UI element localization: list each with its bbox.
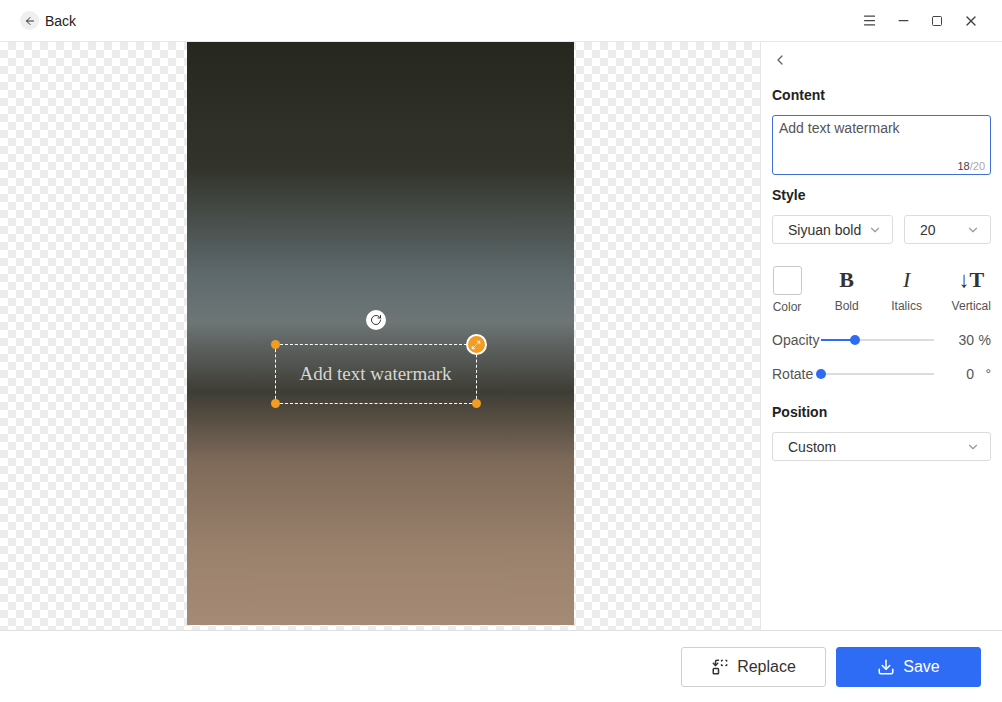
chevron-down-icon <box>966 440 980 454</box>
slider-unit: ° <box>974 366 991 382</box>
close-icon <box>963 13 979 29</box>
resize-handle[interactable] <box>472 399 481 408</box>
vertical-toggle[interactable]: ↓T Vertical <box>952 266 991 314</box>
back-label: Back <box>45 13 76 29</box>
app-window: BackAdd text watermarkContentAdd text wa… <box>0 0 1002 702</box>
settings-panel: Content Add text watermark 18/20 Style Siyua… <box>760 42 1002 630</box>
size-select[interactable]: 20 <box>904 215 991 244</box>
minimize-icon <box>896 13 911 28</box>
chevron-left-icon <box>772 52 788 68</box>
color-swatch <box>773 266 802 295</box>
rotate-handle[interactable] <box>366 310 386 330</box>
photo: Add text watermark <box>187 42 574 625</box>
replace-icon <box>711 658 729 676</box>
resize-handle[interactable] <box>271 399 280 408</box>
slider-reading: 0 <box>950 366 974 382</box>
action-bar: ReplaceSave <box>0 630 1002 702</box>
slider-knob[interactable] <box>850 335 860 345</box>
back-button[interactable]: Back <box>20 11 76 30</box>
font-select[interactable]: Siyuan bold <box>772 215 893 244</box>
italic-icon: I <box>903 266 910 294</box>
minimize-button[interactable] <box>886 6 920 36</box>
position-select[interactable]: Custom <box>772 432 991 461</box>
panel-back-button[interactable] <box>772 42 991 78</box>
toggle-label: Bold <box>835 299 859 313</box>
toggle-label: Italics <box>891 299 922 313</box>
close-button[interactable] <box>954 6 988 36</box>
watermark[interactable]: Add text watermark <box>275 344 477 404</box>
maximize-button[interactable] <box>920 6 954 36</box>
chevron-down-icon <box>966 223 980 237</box>
style-toggles: Color B Bold I Italics ↓T Vertical <box>772 266 991 314</box>
slider-row: Rotate 0° <box>772 364 991 384</box>
slider-knob[interactable] <box>816 369 826 379</box>
arrow-left-icon <box>24 15 36 27</box>
content-label: Content <box>772 87 991 103</box>
swatch-toggle[interactable]: Color <box>772 266 802 314</box>
bold-toggle[interactable]: B Bold <box>832 266 862 314</box>
download-icon <box>877 658 895 676</box>
slider-reading: 30 <box>950 332 974 348</box>
title-bar: Back <box>0 0 1002 42</box>
content-value: Add text watermark <box>779 120 900 136</box>
char-counter: 18/20 <box>957 160 985 172</box>
slider-unit: % <box>974 332 991 348</box>
slider-label: Rotate <box>772 366 821 382</box>
chevron-down-icon <box>868 223 882 237</box>
rotate-icon <box>370 314 382 326</box>
font-row: Siyuan bold 20 <box>772 215 991 244</box>
scale-handle[interactable] <box>466 334 487 355</box>
vertical-icon: ↓T <box>958 266 984 294</box>
scale-icon <box>471 340 481 350</box>
canvas: Add text watermark <box>0 42 760 630</box>
bold-icon: B <box>839 266 854 294</box>
menu-button[interactable] <box>852 6 886 36</box>
slider-track[interactable] <box>821 339 934 341</box>
style-label: Style <box>772 187 991 203</box>
position-row: Custom <box>772 432 991 461</box>
content-input[interactable]: Add text watermark 18/20 <box>772 115 991 175</box>
slider-row: Opacity 30% <box>772 330 991 350</box>
toggle-label: Vertical <box>952 299 991 313</box>
position-label: Position <box>772 404 991 420</box>
slider-label: Opacity <box>772 332 821 348</box>
maximize-icon <box>931 15 943 27</box>
save-button[interactable]: Save <box>836 647 981 687</box>
watermark-text: Add text watermark <box>300 363 452 385</box>
main-area: Add text watermark Content Add text waterm… <box>0 42 1002 630</box>
italic-toggle[interactable]: I Italics <box>891 266 922 314</box>
resize-handle[interactable] <box>271 340 280 349</box>
window-controls <box>852 6 988 36</box>
toggle-label: Color <box>773 300 802 314</box>
slider-track[interactable] <box>821 373 934 375</box>
menu-icon <box>862 13 877 28</box>
back-circle <box>20 11 39 30</box>
replace-button[interactable]: Replace <box>681 647 826 687</box>
